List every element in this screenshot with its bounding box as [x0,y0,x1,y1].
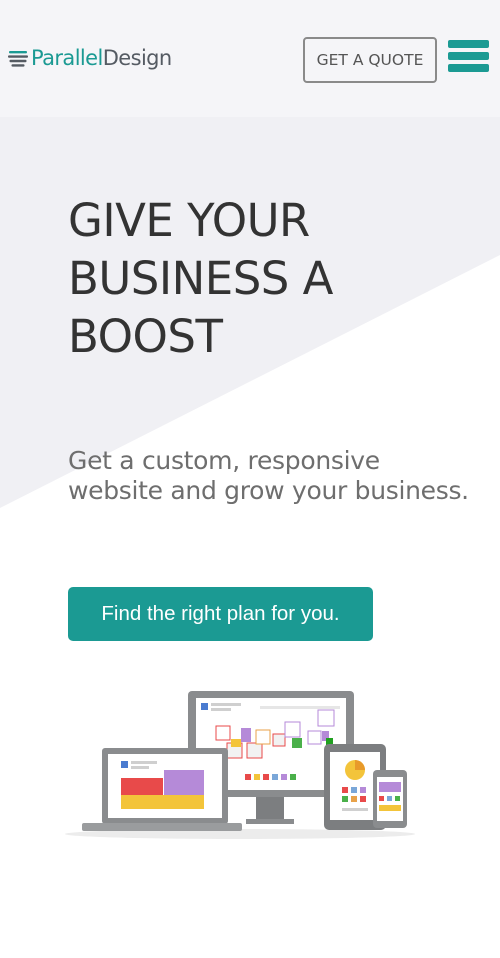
hero-subtitle: Get a custom, responsive website and gro… [68,446,469,505]
logo-stripes-icon [8,51,28,67]
laptop-illustration [82,748,242,831]
hamburger-menu-icon-bar-3 [448,63,489,72]
hero-title: GIVE YOUR BUSINESS A BOOST [68,194,333,363]
phone-illustration [373,770,407,828]
logo-text: ParallelDesign [31,46,172,70]
logo-text-design: Design [102,46,173,70]
logo[interactable]: ParallelDesign [8,46,172,70]
logo-text-parallel: Parallel [31,46,103,70]
site-header: ParallelDesign GET A QUOTE [0,0,500,117]
hamburger-menu-icon-bar-2 [448,51,489,60]
hamburger-menu-button[interactable] [448,38,489,77]
hamburger-menu-icon-bar-1 [448,39,489,48]
responsive-devices-illustration [65,691,415,839]
find-plan-button[interactable]: Find the right plan for you. [68,587,373,641]
get-a-quote-button[interactable]: GET A QUOTE [303,37,437,83]
